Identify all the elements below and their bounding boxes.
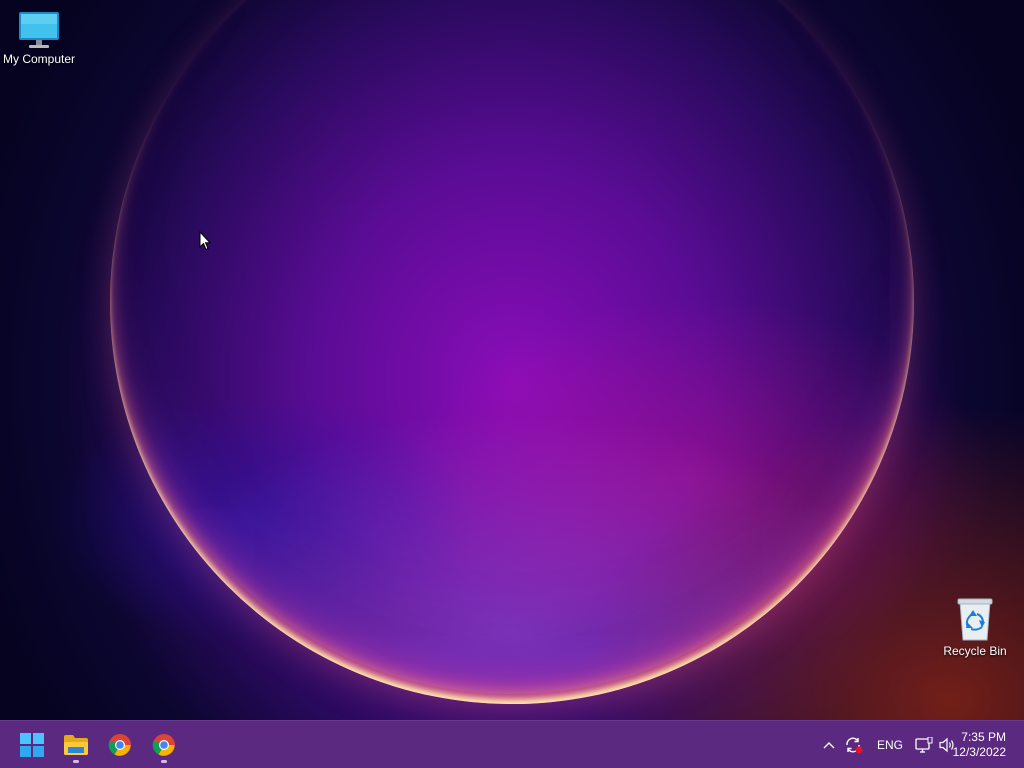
desktop[interactable]: My Computer Recycle Bin ENG 7:35 PM 12/3… xyxy=(0,0,1024,768)
running-indicator xyxy=(161,760,167,763)
folder-icon xyxy=(64,735,88,755)
running-indicator xyxy=(73,760,79,763)
desktop-icon-recycle-bin[interactable]: Recycle Bin xyxy=(935,596,1015,658)
taskbar: ENG 7:35 PM 12/3/2022 xyxy=(0,720,1024,768)
taskbar-chrome[interactable] xyxy=(100,725,140,765)
network-icon xyxy=(915,737,933,753)
chrome-icon xyxy=(152,734,175,756)
recycle-bin-icon xyxy=(957,598,993,641)
taskbar-chrome-running[interactable] xyxy=(144,725,184,765)
desktop-icon-my-computer[interactable]: My Computer xyxy=(0,10,79,66)
show-hidden-icons-button[interactable] xyxy=(818,721,840,768)
windows-start-icon xyxy=(20,733,44,757)
wallpaper-orb-glow xyxy=(120,0,904,694)
taskbar-file-explorer[interactable] xyxy=(56,725,96,765)
sync-error-icon xyxy=(846,737,863,754)
clock-date: 12/3/2022 xyxy=(952,745,1006,759)
sync-status-button[interactable] xyxy=(842,721,866,768)
clock-time: 7:35 PM xyxy=(961,730,1006,744)
clock-button[interactable]: 7:35 PM 12/3/2022 xyxy=(953,730,1006,760)
system-tray: ENG 7:35 PM 12/3/2022 xyxy=(794,721,1024,768)
input-language-button[interactable]: ENG xyxy=(872,721,908,768)
start-button[interactable] xyxy=(12,725,52,765)
network-button[interactable] xyxy=(912,721,936,768)
chrome-icon xyxy=(108,734,131,756)
desktop-icon-label: My Computer xyxy=(2,52,76,66)
desktop-icon-label: Recycle Bin xyxy=(943,644,1007,658)
wallpaper-orb-rim xyxy=(110,0,914,704)
chevron-up-icon xyxy=(823,742,835,749)
mouse-cursor-icon xyxy=(199,231,211,251)
monitor-icon xyxy=(19,12,59,48)
